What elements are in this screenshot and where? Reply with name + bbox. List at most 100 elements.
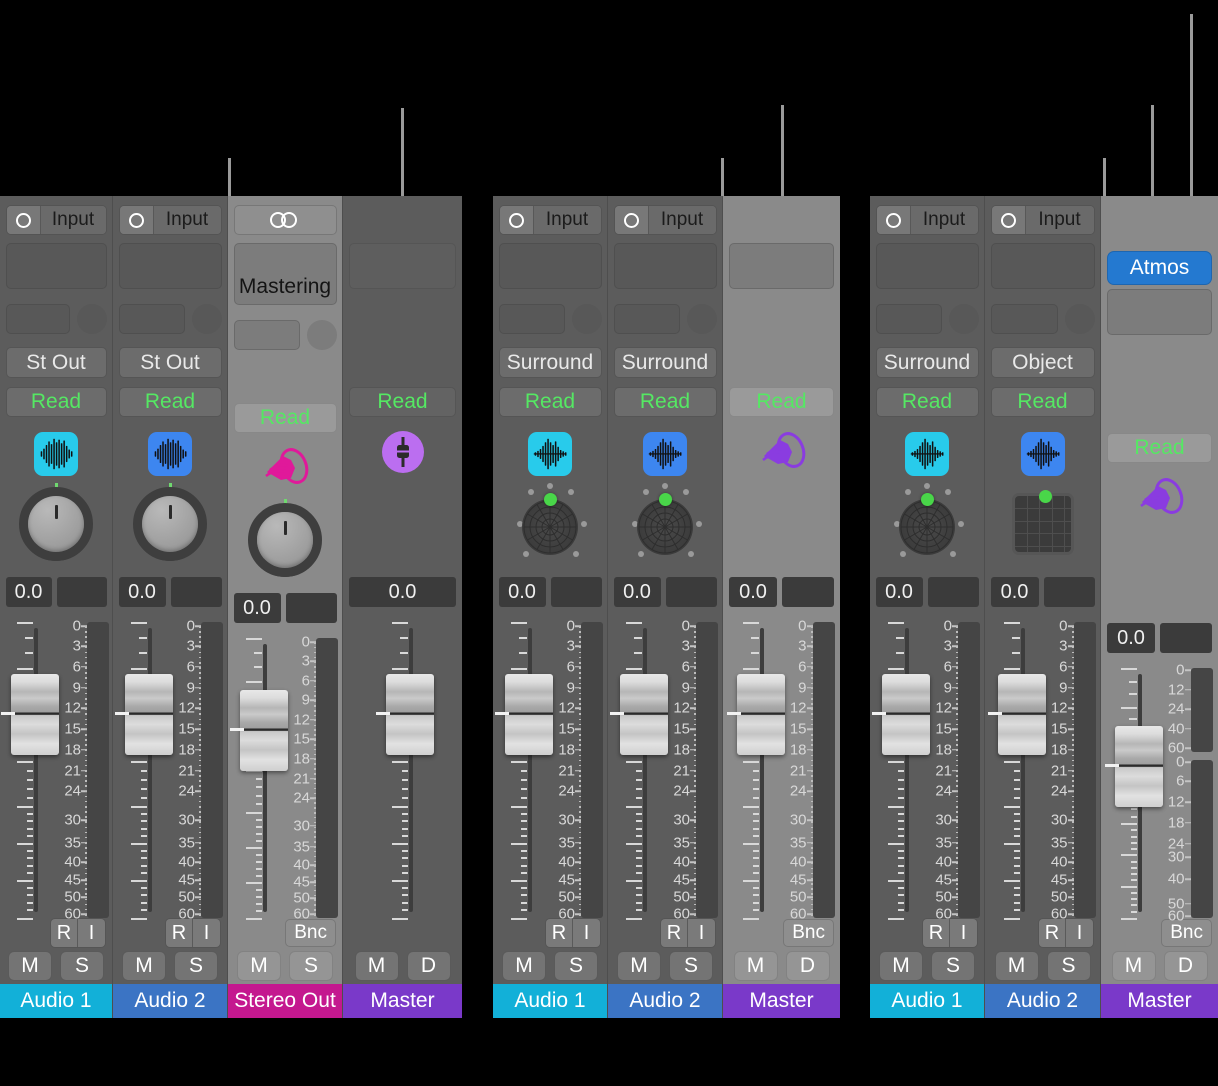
fader-handle[interactable] [230, 690, 288, 771]
input-select-button[interactable]: Input [5, 205, 107, 235]
record-enable-button[interactable]: R [661, 919, 688, 947]
send-level-knob[interactable] [948, 304, 979, 334]
record-enable-button[interactable]: R [546, 919, 573, 947]
surround-position-handle[interactable] [921, 493, 934, 506]
fader-handle[interactable] [1, 674, 59, 755]
surround-panner[interactable] [511, 483, 589, 565]
record-enable-button[interactable]: R [51, 919, 78, 947]
fader-handle[interactable] [1104, 726, 1163, 807]
input-monitor-button[interactable]: I [950, 919, 977, 947]
automation-mode-button[interactable]: Read [118, 387, 222, 417]
output-select-button[interactable]: St Out [118, 347, 222, 378]
level-value[interactable]: 0.0 [729, 577, 777, 607]
solo-button[interactable]: S [174, 951, 218, 981]
output-select-button[interactable]: Surround [613, 347, 717, 378]
fader-handle[interactable] [872, 674, 930, 755]
automation-mode-button[interactable]: Read [613, 387, 717, 417]
secondary-value-field[interactable] [927, 577, 979, 607]
dim-button[interactable]: D [1163, 951, 1208, 981]
record-circle-icon[interactable] [119, 206, 154, 234]
volume-fader[interactable] [1, 622, 59, 920]
send-level-knob[interactable] [306, 320, 337, 350]
channel-name-bar[interactable]: Audio 1 [870, 984, 984, 1018]
channel-name-bar[interactable]: Master [723, 984, 840, 1018]
output-select-button[interactable]: Object [990, 347, 1095, 378]
record-enable-button[interactable]: R [923, 919, 950, 947]
speaker-icon[interactable] [261, 446, 309, 495]
mute-button[interactable]: M [237, 951, 281, 981]
input-select-button[interactable]: Input [118, 205, 222, 235]
fader-handle[interactable] [610, 674, 668, 755]
level-value[interactable]: 0.0 [349, 577, 456, 607]
mute-button[interactable]: M [502, 951, 546, 981]
pan-knob[interactable] [19, 483, 93, 561]
send-slot[interactable] [498, 304, 565, 334]
record-circle-icon[interactable] [6, 206, 41, 234]
plugin-slot[interactable] [118, 243, 222, 289]
pan-knob[interactable] [133, 483, 207, 561]
channel-name-bar[interactable]: Master [1101, 984, 1218, 1018]
audio-waveform-icon[interactable] [148, 432, 192, 476]
surround-panner-field[interactable] [899, 499, 955, 555]
audio-waveform-icon[interactable] [1020, 432, 1065, 476]
solo-button[interactable]: S [60, 951, 104, 981]
plugin-slot[interactable] [498, 243, 602, 289]
record-circle-icon[interactable] [499, 206, 534, 234]
volume-fader[interactable] [1104, 668, 1163, 920]
mute-button[interactable]: M [122, 951, 166, 981]
volume-fader[interactable] [610, 622, 668, 920]
input-select-button[interactable]: Input [613, 205, 717, 235]
send-level-knob[interactable] [76, 304, 107, 334]
fader-handle[interactable] [726, 674, 785, 755]
secondary-value-field[interactable] [285, 593, 337, 623]
channel-strip-audio-2-atmos[interactable]: Input Object Read 0.0 0 3 6 9 12 15 18 21 24 30 35 40 45… [985, 196, 1101, 1018]
fader-handle[interactable] [987, 674, 1046, 755]
audio-waveform-icon[interactable] [643, 432, 687, 476]
plugin-slot[interactable] [1107, 289, 1212, 335]
send-slot[interactable] [233, 320, 300, 350]
volume-fader[interactable] [375, 622, 434, 920]
send-slot[interactable] [613, 304, 680, 334]
channel-name-bar[interactable]: Master [343, 984, 462, 1018]
record-circle-icon[interactable] [991, 206, 1026, 234]
send-slot[interactable] [118, 304, 185, 334]
output-select-button[interactable]: Surround [875, 347, 979, 378]
secondary-value-field[interactable] [550, 577, 602, 607]
solo-button[interactable]: S [669, 951, 713, 981]
record-circle-icon[interactable] [614, 206, 649, 234]
channel-strip-master-stereo[interactable]: Read 0.0 M D Master [343, 196, 462, 1018]
pan-knob-body[interactable] [257, 512, 313, 568]
audio-waveform-icon[interactable] [905, 432, 949, 476]
solo-button[interactable]: S [1046, 951, 1091, 981]
channel-name-bar[interactable]: Audio 2 [608, 984, 722, 1018]
plugin-slot[interactable] [5, 243, 107, 289]
plugin-slot[interactable] [729, 243, 834, 289]
input-select-button[interactable]: Input [498, 205, 602, 235]
stereo-output-button[interactable] [233, 205, 337, 235]
surround-position-handle[interactable] [544, 493, 557, 506]
secondary-value-field[interactable] [665, 577, 717, 607]
audio-waveform-icon[interactable] [34, 432, 78, 476]
channel-strip-audio-1-stereo[interactable]: Input St Out Read 0.0 0 3 6 9 12 15 18 21 24 30 35 40 45… [0, 196, 113, 1018]
send-level-knob[interactable] [571, 304, 602, 334]
surround-position-handle[interactable] [659, 493, 672, 506]
automation-mode-button[interactable]: Read [349, 387, 456, 417]
automation-mode-button[interactable]: Read [875, 387, 979, 417]
surround-panner-field[interactable] [522, 499, 578, 555]
secondary-value-field[interactable] [1043, 577, 1095, 607]
secondary-value-field[interactable] [170, 577, 222, 607]
mute-button[interactable]: M [879, 951, 923, 981]
volume-fader[interactable] [872, 622, 930, 920]
volume-fader[interactable] [987, 622, 1046, 920]
automation-mode-button[interactable]: Read [1107, 433, 1212, 463]
volume-fader[interactable] [726, 622, 785, 920]
channel-strip-audio-1-atmos[interactable]: Input Surround Read 0.0 0 3 6 9 12 15 18 21 24 30 35 40… [870, 196, 985, 1018]
secondary-value-field[interactable] [56, 577, 107, 607]
send-slot[interactable] [875, 304, 942, 334]
send-slot[interactable] [990, 304, 1058, 334]
level-value[interactable]: 0.0 [875, 577, 923, 607]
surround-panner-field[interactable] [637, 499, 693, 555]
channel-strip-audio-1-surround[interactable]: Input Surround Read 0.0 0 3 6 9 12 15 18 21 24 30 35 40… [493, 196, 608, 1018]
mute-button[interactable]: M [994, 951, 1039, 981]
input-monitor-button[interactable]: I [688, 919, 715, 947]
